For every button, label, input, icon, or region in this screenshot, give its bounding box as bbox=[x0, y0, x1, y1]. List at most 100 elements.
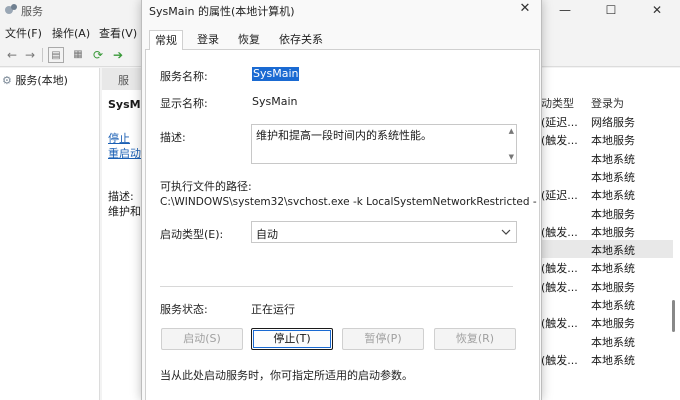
list-header: 动类型 登录为 bbox=[541, 92, 680, 110]
logon-as-cell: 本地系统 bbox=[591, 244, 635, 258]
table-row[interactable]: (触发... 本地服务 bbox=[541, 130, 673, 148]
pause-button[interactable]: 暂停(P) bbox=[342, 328, 424, 350]
maximize-button[interactable]: ☐ bbox=[588, 0, 634, 20]
chevron-down-icon bbox=[501, 229, 511, 235]
detail-service-name: SysM bbox=[108, 98, 141, 111]
service-name-label: 服务名称: bbox=[160, 70, 208, 83]
logon-as-cell: 本地服务 bbox=[591, 317, 635, 331]
startup-type-cell: (触发... bbox=[541, 317, 578, 331]
service-detail-pane: 服 SysM 停止 重启动 描述: 维护和 bbox=[102, 68, 142, 400]
table-row[interactable]: (延迟... 网络服务 bbox=[541, 112, 673, 130]
stop-button[interactable]: 停止(T) bbox=[251, 328, 333, 350]
tab-general[interactable]: 常规 bbox=[149, 30, 183, 51]
back-icon[interactable]: ← bbox=[4, 47, 20, 63]
console-tree: ⚙ 服务(本地) bbox=[0, 68, 100, 400]
logon-as-cell: 本地服务 bbox=[591, 207, 635, 221]
table-row[interactable]: (触发... 本地系统 bbox=[541, 258, 673, 276]
display-name-label: 显示名称: bbox=[160, 97, 208, 110]
console-tree-icon[interactable]: ▤ bbox=[48, 47, 64, 63]
close-window-button[interactable]: ✕ bbox=[634, 0, 680, 20]
dialog-title: SysMain 的属性(本地计算机) bbox=[149, 5, 295, 18]
table-row[interactable]: 本地系统 bbox=[541, 149, 673, 167]
forward-icon[interactable]: → bbox=[22, 47, 38, 63]
dialog-close-button[interactable]: ✕ bbox=[513, 0, 537, 20]
logon-as-cell: 本地系统 bbox=[591, 189, 635, 203]
tab-logon[interactable]: 登录 bbox=[192, 30, 224, 50]
startup-type-cell: (触发... bbox=[541, 280, 578, 294]
column-startup-type[interactable]: 动类型 bbox=[541, 95, 574, 111]
refresh-icon[interactable]: ⟳ bbox=[90, 47, 106, 63]
scroll-up-icon[interactable]: ▲ bbox=[509, 127, 514, 135]
logon-as-cell: 本地系统 bbox=[591, 299, 635, 312]
list-scrollbar[interactable] bbox=[672, 300, 675, 332]
properties-icon[interactable]: ▦ bbox=[70, 47, 86, 63]
column-logon-as[interactable]: 登录为 bbox=[591, 95, 624, 111]
logon-as-cell: 本地系统 bbox=[591, 353, 635, 367]
restart-service-link[interactable]: 重启动 bbox=[108, 145, 141, 161]
startup-type-cell: (触发... bbox=[541, 262, 578, 276]
logon-as-cell: 本地系统 bbox=[591, 152, 635, 166]
startup-type-cell: (延迟... bbox=[541, 189, 578, 203]
table-row[interactable]: (触发... 本地系统 bbox=[541, 350, 673, 368]
service-name-value[interactable]: SysMain bbox=[252, 67, 300, 81]
startup-type-cell: (触发... bbox=[541, 225, 578, 239]
table-row[interactable]: (触发... 本地服务 bbox=[541, 277, 673, 295]
gear-icon: ⚙ bbox=[2, 74, 12, 87]
description-text: 维护和提高一段时间内的系统性能。 bbox=[256, 129, 432, 142]
tree-item-services-local[interactable]: ⚙ 服务(本地) bbox=[2, 72, 68, 88]
startup-type-value: 自动 bbox=[256, 228, 278, 241]
startup-type-cell: (触发... bbox=[541, 353, 578, 367]
table-row[interactable]: (触发... 本地服务 bbox=[541, 313, 673, 331]
startup-type-cell: (触发... bbox=[541, 134, 578, 148]
display-name-value[interactable]: SysMain bbox=[252, 95, 297, 108]
tree-item-label: 服务(本地) bbox=[15, 74, 68, 87]
description-field[interactable]: 维护和提高一段时间内的系统性能。 ▲ ▼ bbox=[251, 124, 517, 164]
logon-as-cell: 本地服务 bbox=[591, 280, 635, 294]
logon-as-cell: 网络服务 bbox=[591, 116, 635, 129]
services-list: 动类型 登录为 (延迟... 网络服务 (触发... 本地服务 本地系统 本地系统 (延迟.… bbox=[541, 68, 680, 400]
executable-path-value: C:\WINDOWS\system32\svchost.exe -k Local… bbox=[160, 196, 537, 208]
service-status-label: 服务状态: bbox=[160, 303, 208, 316]
general-tab-panel: 服务名称: SysMain 显示名称: SysMain 描述: 维护和提高一段时… bbox=[145, 50, 540, 400]
start-button[interactable]: 启动(S) bbox=[161, 328, 243, 350]
table-row[interactable]: 本地系统 bbox=[541, 332, 673, 350]
tab-recovery[interactable]: 恢复 bbox=[233, 30, 265, 50]
detail-header: 服 bbox=[102, 68, 142, 90]
toolbar-separator bbox=[42, 48, 43, 62]
description-label: 描述: bbox=[160, 131, 186, 144]
table-row[interactable]: 本地服务 bbox=[541, 204, 673, 222]
table-row[interactable]: 本地系统 bbox=[541, 167, 673, 185]
section-divider bbox=[160, 286, 513, 287]
table-row[interactable]: 本地系统 bbox=[541, 295, 673, 313]
logon-as-cell: 本地系统 bbox=[591, 262, 635, 276]
window-title: 服务 bbox=[21, 5, 43, 18]
startup-type-cell: (延迟... bbox=[541, 116, 578, 129]
menu-view[interactable]: 查看(V) bbox=[99, 25, 137, 41]
export-icon[interactable]: ➔ bbox=[110, 47, 126, 63]
resume-button[interactable]: 恢复(R) bbox=[434, 328, 516, 350]
menu-file[interactable]: 文件(F) bbox=[5, 25, 42, 41]
tab-dependencies[interactable]: 依存关系 bbox=[274, 30, 328, 50]
logon-as-cell: 本地服务 bbox=[591, 134, 635, 148]
logon-as-cell: 本地服务 bbox=[591, 225, 635, 239]
startup-type-select[interactable]: 自动 bbox=[251, 221, 517, 243]
table-row[interactable]: (延迟... 本地系统 bbox=[541, 185, 673, 203]
startup-type-label: 启动类型(E): bbox=[160, 228, 224, 241]
tab-strip: 常规 登录 恢复 依存关系 bbox=[145, 30, 540, 51]
services-app-icon bbox=[5, 4, 17, 14]
detail-desc-text: 维护和 bbox=[108, 205, 141, 218]
logon-as-cell: 本地系统 bbox=[591, 335, 635, 349]
executable-path-label: 可执行文件的路径: bbox=[160, 180, 252, 193]
table-row[interactable]: (触发... 本地服务 bbox=[541, 222, 673, 240]
start-parameters-hint: 当从此处启动服务时，你可指定所适用的启动参数。 bbox=[160, 369, 413, 382]
properties-dialog: SysMain 的属性(本地计算机) ✕ 常规 登录 恢复 依存关系 服务名称:… bbox=[141, 0, 542, 400]
detail-header-label: 服 bbox=[118, 74, 129, 87]
detail-desc-label: 描述: bbox=[108, 190, 134, 203]
stop-service-link[interactable]: 停止 bbox=[108, 130, 130, 146]
logon-as-cell: 本地系统 bbox=[591, 170, 635, 184]
menu-action[interactable]: 操作(A) bbox=[52, 25, 90, 41]
table-row[interactable]: 本地系统 bbox=[541, 240, 673, 259]
service-status-value: 正在运行 bbox=[251, 303, 295, 316]
scroll-down-icon[interactable]: ▼ bbox=[509, 153, 514, 161]
minimize-button[interactable]: — bbox=[542, 0, 588, 20]
